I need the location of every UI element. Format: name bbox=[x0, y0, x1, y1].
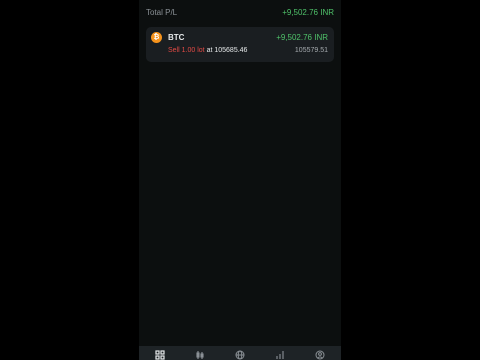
total-pl-label: Total P/L bbox=[146, 8, 178, 17]
position-order-info: Sell 1.00 lot at 105685.46 bbox=[168, 47, 247, 54]
order-open-price: 105685.46 bbox=[214, 47, 248, 54]
app-screen: Total P/L +9,502.76 INR ₿ BTC +9,502.76 … bbox=[139, 0, 341, 360]
candlestick-icon[interactable] bbox=[195, 350, 205, 360]
total-pl-value: +9,502.76 INR bbox=[282, 8, 334, 17]
position-pnl: +9,502.76 INR bbox=[276, 33, 328, 42]
globe-icon[interactable] bbox=[235, 350, 245, 360]
position-card[interactable]: ₿ BTC +9,502.76 INR Sell 1.00 lot at 105… bbox=[146, 27, 334, 62]
bar-chart-icon[interactable] bbox=[275, 350, 285, 360]
order-side: Sell bbox=[168, 47, 180, 54]
profile-icon[interactable] bbox=[315, 350, 325, 360]
bitcoin-icon: ₿ bbox=[151, 32, 162, 43]
order-lots: 1.00 lot bbox=[181, 47, 205, 54]
position-symbol: BTC bbox=[168, 33, 185, 42]
order-at-label: at bbox=[206, 47, 213, 54]
total-pl-row: Total P/L +9,502.76 INR bbox=[139, 6, 341, 20]
position-current-price: 105579.51 bbox=[294, 47, 328, 54]
bottom-nav bbox=[139, 346, 341, 360]
grid-icon[interactable] bbox=[155, 350, 165, 360]
order-side-lots: Sell 1.00 lot bbox=[168, 47, 205, 54]
